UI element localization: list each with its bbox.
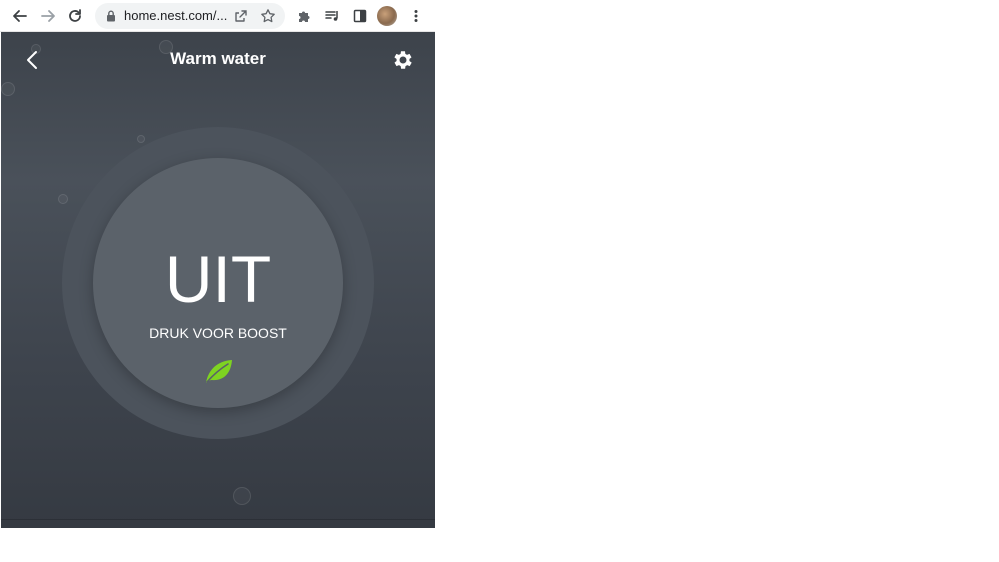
bubble-decoration	[1, 82, 15, 96]
browser-window: home.nest.com/... Warm water UIT DRUK VO…	[0, 0, 435, 528]
profile-avatar[interactable]	[377, 6, 397, 26]
kebab-menu-icon[interactable]	[404, 4, 428, 28]
bubble-decoration	[58, 194, 68, 204]
lock-icon	[107, 10, 115, 22]
back-arrow-icon[interactable]	[8, 4, 32, 28]
url-text[interactable]: home.nest.com/...	[124, 8, 227, 23]
page-title: Warm water	[170, 49, 266, 68]
hot-water-state: UIT	[164, 242, 272, 316]
puzzle-icon[interactable]	[292, 4, 316, 28]
leaf-icon	[206, 360, 232, 383]
bubble-decoration	[137, 135, 145, 143]
star-icon[interactable]	[260, 8, 276, 24]
address-bar[interactable]: home.nest.com/...	[95, 3, 285, 29]
gear-icon[interactable]	[391, 48, 415, 72]
nest-app: Warm water UIT DRUK VOOR BOOST	[1, 32, 435, 528]
bubble-decoration	[233, 487, 251, 505]
boost-label: DRUK VOOR BOOST	[149, 325, 287, 341]
boost-button[interactable]: UIT DRUK VOOR BOOST	[93, 158, 343, 408]
media-queue-icon[interactable]	[320, 4, 344, 28]
browser-toolbar: home.nest.com/...	[0, 0, 435, 32]
forward-arrow-icon[interactable]	[36, 4, 60, 28]
side-panel-icon[interactable]	[348, 4, 372, 28]
share-icon[interactable]	[233, 8, 249, 24]
divider	[1, 519, 435, 520]
reload-icon[interactable]	[63, 4, 87, 28]
